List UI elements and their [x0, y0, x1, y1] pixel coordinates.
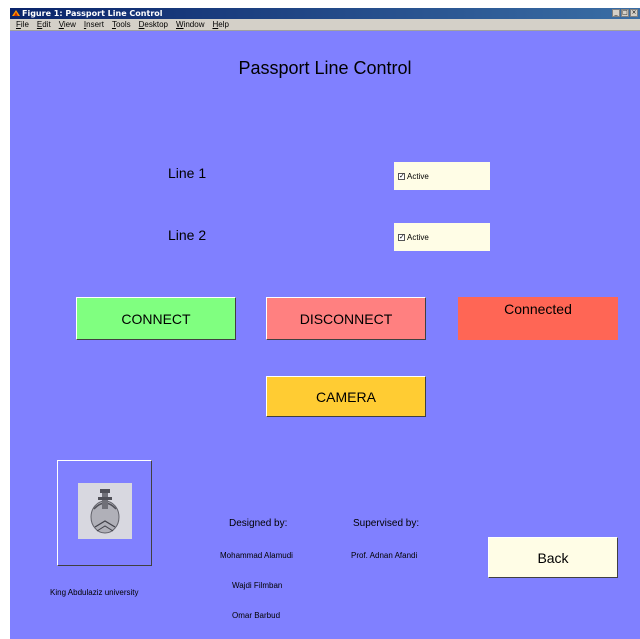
university-logo: [78, 483, 132, 539]
menu-insert[interactable]: Insert: [80, 20, 108, 29]
designer-name: Omar Barbud: [232, 611, 281, 620]
camera-button[interactable]: CAMERA: [266, 376, 426, 417]
figure-canvas: Passport Line Control Line 1 ✓ Active Li…: [10, 31, 640, 639]
back-button[interactable]: Back: [488, 537, 618, 578]
supervisor-name: Prof. Adnan Afandi: [351, 551, 418, 560]
designer-name: Mohammad Alamudi: [220, 551, 293, 560]
connection-status: Connected: [458, 297, 618, 340]
matlab-figure-icon: [12, 10, 20, 16]
menu-help[interactable]: Help: [208, 20, 232, 29]
designer-name: Wajdi Filmban: [232, 581, 283, 590]
menu-window[interactable]: Window: [172, 20, 208, 29]
line-2-label: Line 2: [168, 227, 207, 243]
menu-tools[interactable]: Tools: [108, 20, 135, 29]
supervised-by-heading: Supervised by:: [353, 518, 420, 529]
menu-edit[interactable]: Edit: [33, 20, 55, 29]
line-2-active-checkbox[interactable]: ✓ Active: [394, 223, 490, 251]
page-title: Passport Line Control: [238, 58, 412, 78]
minimize-button[interactable]: _: [612, 9, 620, 17]
checkbox-checked-icon: ✓: [398, 233, 405, 241]
menu-view[interactable]: View: [55, 20, 80, 29]
line-1-active-checkbox[interactable]: ✓ Active: [394, 162, 490, 190]
line-1-label: Line 1: [168, 165, 207, 181]
maximize-button[interactable]: □: [621, 9, 629, 17]
close-button[interactable]: ×: [630, 9, 638, 17]
logo-frame: [57, 460, 152, 566]
menu-desktop[interactable]: Desktop: [135, 20, 172, 29]
university-name: King Abdulaziz university: [50, 588, 139, 597]
menu-file[interactable]: File: [12, 20, 33, 29]
disconnect-button[interactable]: DISCONNECT: [266, 297, 426, 340]
menubar: File Edit View Insert Tools Desktop Wind…: [10, 19, 640, 31]
line-1-active-label: Active: [407, 171, 429, 181]
window-titlebar[interactable]: Figure 1: Passport Line Control _ □ ×: [10, 8, 640, 19]
window-title: Figure 1: Passport Line Control: [22, 9, 163, 18]
connect-button[interactable]: CONNECT: [76, 297, 236, 340]
designed-by-heading: Designed by:: [229, 518, 288, 529]
window-controls: _ □ ×: [612, 9, 638, 18]
checkbox-checked-icon: ✓: [398, 172, 405, 180]
line-2-active-label: Active: [407, 232, 429, 242]
